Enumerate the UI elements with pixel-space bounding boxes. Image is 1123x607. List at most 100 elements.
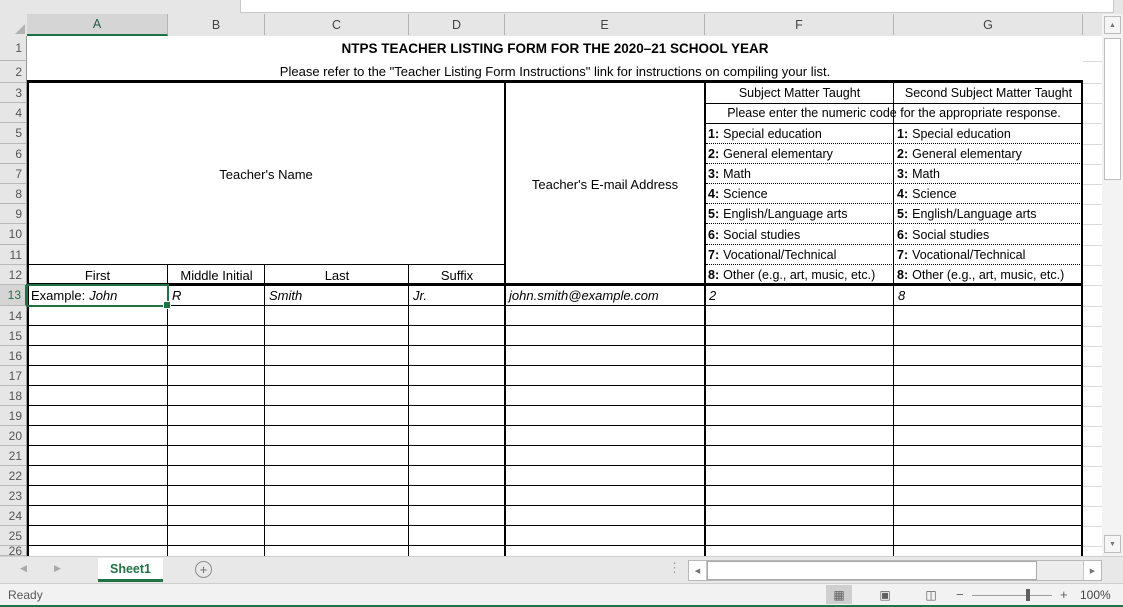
column-header-A[interactable]: A <box>27 14 168 36</box>
column-header-E[interactable]: E <box>505 14 705 35</box>
border-horizontal <box>705 103 1083 104</box>
row-header-12[interactable]: 12 <box>0 265 26 285</box>
cell-f13-subject-code[interactable]: 2 <box>705 285 894 306</box>
scroll-down-button[interactable]: ▼ <box>1104 535 1121 553</box>
second-subject-code-7[interactable]: 7: Vocational/Technical <box>894 245 1083 265</box>
tab-splitter-grip-icon[interactable]: ⋮ <box>668 560 681 576</box>
border-horizontal <box>27 365 1083 366</box>
row-header-11[interactable]: 11 <box>0 245 26 265</box>
vertical-scrollbar[interactable]: ▲ ▼ <box>1102 14 1123 556</box>
cell-b13-middle-initial[interactable]: R <box>168 285 265 306</box>
cell-c13-last-name[interactable]: Smith <box>265 285 409 306</box>
row-header-23[interactable]: 23 <box>0 486 26 506</box>
page-break-view-button[interactable]: ◫ <box>918 585 944 604</box>
subject-code-6[interactable]: 6: Social studies <box>705 224 894 245</box>
horizontal-scrollbar[interactable]: ◀ ▶ <box>688 560 1102 581</box>
page-layout-view-button[interactable]: ▣ <box>872 585 898 604</box>
row-header-16[interactable]: 16 <box>0 346 26 366</box>
right-arrow-icon: ▶ <box>1089 567 1096 575</box>
row-header-5[interactable]: 5 <box>0 123 26 144</box>
row-header-15[interactable]: 15 <box>0 326 26 346</box>
column-header-B[interactable]: B <box>168 14 265 35</box>
column-header-C[interactable]: C <box>265 14 409 35</box>
cell-code-instruction[interactable]: Please enter the numeric code for the ap… <box>705 103 1083 123</box>
row-header-4[interactable]: 4 <box>0 103 26 123</box>
subject-code-1[interactable]: 1: Special education <box>705 123 894 144</box>
zoom-level[interactable]: 100% <box>1080 588 1111 602</box>
subject-code-8[interactable]: 8: Other (e.g., art, music, etc.) <box>705 265 894 285</box>
subject-code-7[interactable]: 7: Vocational/Technical <box>705 245 894 265</box>
row-header-10[interactable]: 10 <box>0 224 26 245</box>
down-arrow-icon: ▼ <box>1109 540 1116 548</box>
row-header-6[interactable]: 6 <box>0 144 26 164</box>
row-header-22[interactable]: 22 <box>0 466 26 486</box>
second-subject-code-8[interactable]: 8: Other (e.g., art, music, etc.) <box>894 265 1083 285</box>
subject-code-3[interactable]: 3: Math <box>705 164 894 184</box>
row-header-19[interactable]: 19 <box>0 406 26 426</box>
cell-subtitle[interactable]: Please refer to the "Teacher Listing For… <box>27 61 1083 82</box>
row-header-17[interactable]: 17 <box>0 366 26 386</box>
row-header-26[interactable]: 26 <box>0 544 26 558</box>
row-header-1[interactable]: 1 <box>0 36 26 61</box>
code-label: Special education <box>912 126 1011 141</box>
second-subject-code-2[interactable]: 2: General elementary <box>894 144 1083 164</box>
excel-window: ABCDEFG 1 2 3 4 5 6 7 8 9 10 11 12 13 14 15 16 17 18 19 20 2… <box>0 0 1123 607</box>
vertical-scroll-thumb[interactable] <box>1104 38 1121 180</box>
subject-code-5[interactable]: 5: English/Language arts <box>705 204 894 224</box>
column-header-F[interactable]: F <box>705 14 894 35</box>
second-subject-code-1[interactable]: 1: Special education <box>894 123 1083 144</box>
new-sheet-button[interactable]: + <box>195 561 212 578</box>
fill-handle[interactable] <box>163 301 171 309</box>
scroll-left-button[interactable]: ◀ <box>689 561 707 580</box>
row-header-8[interactable]: 8 <box>0 184 26 204</box>
row-header-14[interactable]: 14 <box>0 306 26 326</box>
subject-code-4[interactable]: 4: Science <box>705 184 894 204</box>
sheet-nav-right-icon[interactable]: ▶ <box>54 563 61 574</box>
cell-d13-suffix[interactable]: Jr. <box>409 285 505 306</box>
cell-header-middle-initial[interactable]: Middle Initial <box>168 265 265 285</box>
second-subject-code-4[interactable]: 4: Science <box>894 184 1083 204</box>
zoom-in-button[interactable]: + <box>1060 587 1068 602</box>
zoom-out-button[interactable]: − <box>956 587 964 602</box>
selected-cell-outline[interactable] <box>26 284 171 309</box>
cell-teachers-email[interactable]: Teacher's E-mail Address <box>505 83 705 285</box>
normal-view-button[interactable]: ▦ <box>826 585 852 604</box>
border-horizontal <box>27 545 1083 546</box>
column-header-D[interactable]: D <box>409 14 505 35</box>
row-header-2[interactable]: 2 <box>0 61 26 83</box>
cell-header-first[interactable]: First <box>27 265 168 285</box>
subject-code-2[interactable]: 2: General elementary <box>705 144 894 164</box>
row-header-18[interactable]: 18 <box>0 386 26 406</box>
row-header-21[interactable]: 21 <box>0 446 26 466</box>
row-header-3[interactable]: 3 <box>0 83 26 103</box>
cell-second-subject-matter-header[interactable]: Second Subject Matter Taught <box>894 83 1083 103</box>
formula-bar-fragment[interactable] <box>240 0 1114 13</box>
sheet-tab-sheet1[interactable]: Sheet1 <box>98 558 163 582</box>
row-header-13[interactable]: 13 <box>0 285 27 306</box>
zoom-slider-handle[interactable] <box>1026 589 1030 601</box>
second-subject-code-6[interactable]: 6: Social studies <box>894 224 1083 245</box>
cell-header-last[interactable]: Last <box>265 265 409 285</box>
cell-subject-matter-header[interactable]: Subject Matter Taught <box>705 83 894 103</box>
zoom-slider-track[interactable] <box>972 595 1052 596</box>
scroll-right-button[interactable]: ▶ <box>1083 561 1101 580</box>
column-header-G[interactable]: G <box>894 14 1083 35</box>
second-subject-code-3[interactable]: 3: Math <box>894 164 1083 184</box>
cell-header-suffix[interactable]: Suffix <box>409 265 505 285</box>
cell-g13-second-subject-code[interactable]: 8 <box>894 285 1083 306</box>
row-header-7[interactable]: 7 <box>0 164 26 184</box>
horizontal-scroll-thumb[interactable] <box>707 561 1037 580</box>
scroll-up-button[interactable]: ▲ <box>1104 16 1121 34</box>
select-all-corner[interactable] <box>0 14 28 37</box>
code-number: 2: <box>897 147 909 161</box>
sheet-nav-left-icon[interactable]: ◀ <box>20 563 27 574</box>
second-subject-code-5[interactable]: 5: English/Language arts <box>894 204 1083 224</box>
row-header-24[interactable]: 24 <box>0 506 26 526</box>
cell-e13-email[interactable]: john.smith@example.com <box>505 285 705 306</box>
row-header-9[interactable]: 9 <box>0 204 26 224</box>
cell-title[interactable]: NTPS TEACHER LISTING FORM FOR THE 2020–2… <box>27 36 1083 61</box>
code-label: Science <box>723 187 768 201</box>
code-label: Other (e.g., art, music, etc.) <box>912 268 1065 282</box>
cell-teachers-name[interactable]: Teacher's Name <box>27 83 505 265</box>
row-header-20[interactable]: 20 <box>0 426 26 446</box>
